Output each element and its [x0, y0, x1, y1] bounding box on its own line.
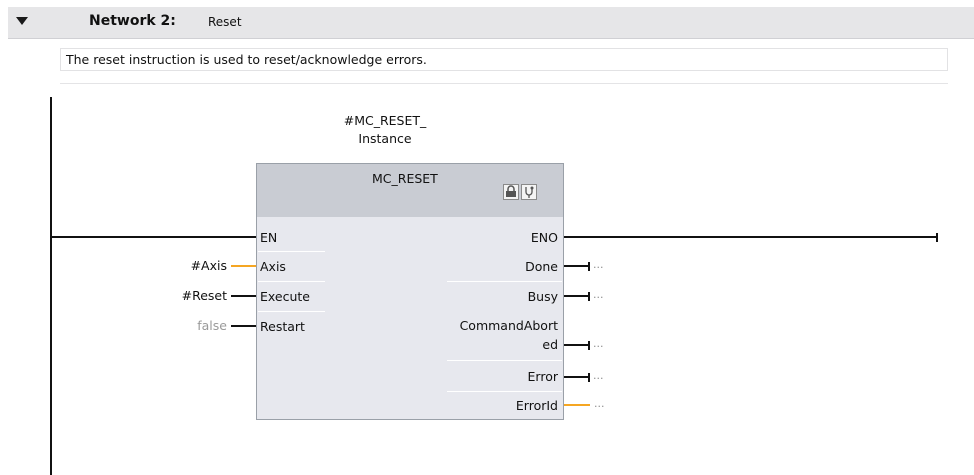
pin-execute[interactable]: Execute — [260, 289, 310, 304]
commandaborted-placeholder[interactable]: ... — [593, 337, 604, 350]
pin-busy[interactable]: Busy — [528, 289, 558, 304]
output-separator — [447, 360, 562, 361]
instance-line-1: #MC_RESET_ — [343, 113, 427, 128]
output-separator — [447, 281, 562, 282]
pin-commandaborted-line1[interactable]: CommandAbort — [460, 318, 558, 333]
done-placeholder[interactable]: ... — [593, 258, 604, 271]
input-separator — [258, 251, 325, 252]
param-execute[interactable]: #Reset — [182, 288, 227, 303]
instance-db-label[interactable]: #MC_RESET_ Instance — [300, 112, 470, 148]
pin-errorid[interactable]: ErrorId — [516, 398, 558, 413]
pin-en[interactable]: EN — [260, 230, 277, 245]
param-restart[interactable]: false — [197, 318, 227, 333]
lock-icon[interactable] — [503, 184, 519, 200]
mc-reset-block[interactable]: MC_RESET EN Axis Execute Restart ENO Don… — [256, 163, 564, 420]
busy-placeholder[interactable]: ... — [593, 288, 604, 301]
stethoscope-icon[interactable] — [521, 184, 537, 200]
error-placeholder[interactable]: ... — [593, 369, 604, 382]
input-separator — [258, 311, 325, 312]
param-axis[interactable]: #Axis — [191, 258, 227, 273]
input-separator — [258, 281, 325, 282]
block-type-label: MC_RESET — [372, 171, 438, 186]
instance-line-2: Instance — [358, 131, 412, 146]
pin-restart[interactable]: Restart — [260, 319, 305, 334]
output-separator — [447, 391, 562, 392]
pin-axis[interactable]: Axis — [260, 259, 286, 274]
pin-done[interactable]: Done — [525, 259, 558, 274]
pin-eno[interactable]: ENO — [531, 230, 558, 245]
pin-error[interactable]: Error — [528, 369, 558, 384]
pin-commandaborted-line2[interactable]: ed — [542, 337, 558, 352]
errorid-placeholder[interactable]: ... — [594, 397, 605, 410]
